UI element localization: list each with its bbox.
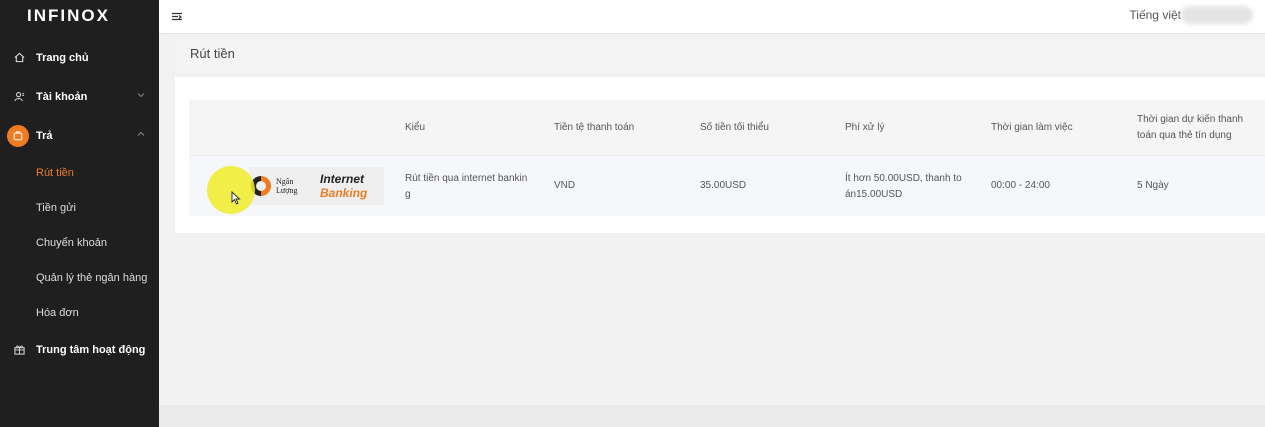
logo-brand-line1: Internet xyxy=(320,172,365,186)
table-row[interactable]: Ngân Lượng Internet Banking Rút tiền qua… xyxy=(189,156,1265,216)
sidebar: INFINOX Trang chủ Tài khoản Trả Rút tiền… xyxy=(0,0,159,427)
column-header-currency: Tiền tệ thanh toán xyxy=(554,122,635,133)
cell-type: Rút tiền qua internet bankin g xyxy=(405,173,528,200)
logo-brand: Internet Banking xyxy=(320,172,367,200)
cell-min-amount: 35.00USD xyxy=(700,180,747,191)
logo-provider-name: Ngân Lượng xyxy=(276,177,312,195)
chevron-up-icon xyxy=(137,129,145,139)
user-menu[interactable] xyxy=(1181,6,1253,24)
top-bar: Tiếng việt xyxy=(159,0,1265,34)
column-header-min-amount: Số tiền tối thiểu xyxy=(700,122,769,133)
cell-fee: Ít hơn 50.00USD, thanh to án15.00USD xyxy=(845,173,962,200)
sidebar-subitem-invoices[interactable]: Hóa đơn xyxy=(0,295,159,330)
sidebar-item-home[interactable]: Trang chủ xyxy=(0,38,159,77)
home-icon xyxy=(12,51,26,65)
bank-logo[interactable]: Ngân Lượng Internet Banking xyxy=(249,167,384,205)
column-header-working-time: Thời gian làm việc xyxy=(991,122,1073,133)
column-header-expected-time: Thời gian dự kiến thanh toán qua thẻ tín… xyxy=(1137,114,1244,141)
sidebar-item-label: Tài khoản xyxy=(36,90,88,103)
sidebar-subitem-transfer[interactable]: Chuyển khoản xyxy=(0,225,159,260)
sidebar-item-label: Trung tâm hoạt động xyxy=(36,343,146,356)
sidebar-item-label: Trang chủ xyxy=(36,51,89,64)
sidebar-subitem-bank-cards[interactable]: Quản lý thẻ ngân hàng xyxy=(0,260,159,295)
page-title: Rút tiền xyxy=(190,46,235,61)
page-header: Rút tiền xyxy=(175,38,1265,73)
wallet-icon xyxy=(7,124,29,147)
logo-brand-line2: Banking xyxy=(320,186,368,200)
withdraw-methods-card: Kiểu Tiền tệ thanh toán Số tiền tối thiể… xyxy=(175,77,1265,233)
language-label: Tiếng việt xyxy=(1129,8,1181,22)
logo-provider-line1: Ngân xyxy=(276,177,294,186)
gift-icon xyxy=(12,343,26,357)
chevron-down-icon xyxy=(137,90,145,100)
cell-expected-time: 5 Ngày xyxy=(1137,180,1169,191)
cell-working-time: 00:00 - 24:00 xyxy=(991,180,1050,191)
logo-provider-line2: Lượng xyxy=(276,186,298,195)
withdraw-methods-table: Kiểu Tiền tệ thanh toán Số tiền tối thiể… xyxy=(189,100,1265,216)
sidebar-nav: Trang chủ Tài khoản Trả Rút tiền Tiền gử… xyxy=(0,38,159,369)
sidebar-subitem-withdraw[interactable]: Rút tiền xyxy=(0,155,159,190)
brand-logo[interactable]: INFINOX xyxy=(0,0,159,32)
footer-band xyxy=(159,405,1265,427)
sidebar-item-activity-center[interactable]: Trung tâm hoạt động xyxy=(0,330,159,369)
user-icon xyxy=(12,90,26,104)
mouse-cursor-icon xyxy=(231,190,241,210)
menu-toggle-icon[interactable] xyxy=(171,10,183,22)
sidebar-item-account[interactable]: Tài khoản xyxy=(0,77,159,116)
column-header-fee: Phí xử lý xyxy=(845,122,885,133)
column-header-type: Kiểu xyxy=(405,122,426,133)
sidebar-item-label: Trả xyxy=(36,129,53,142)
table-header: Kiểu Tiền tệ thanh toán Số tiền tối thiể… xyxy=(189,100,1265,156)
cell-currency: VND xyxy=(554,180,576,191)
sidebar-item-payment[interactable]: Trả xyxy=(0,116,159,155)
sidebar-subitem-deposit[interactable]: Tiền gửi xyxy=(0,190,159,225)
